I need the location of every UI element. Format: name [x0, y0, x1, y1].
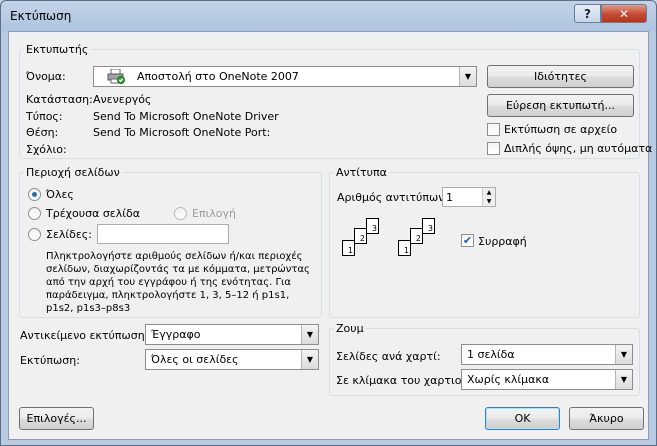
- close-button[interactable]: ✕: [601, 4, 647, 23]
- scale-label: Σε κλίμακα του χαρτιού:: [336, 374, 472, 387]
- duplex-checkbox[interactable]: [487, 142, 500, 155]
- dialog-client: Εκτυπωτής Όνομα: Αποστολή στο OneNote 20…: [8, 31, 652, 440]
- pages-per-sheet-label: Σελίδες ανά χαρτί:: [336, 350, 441, 363]
- print-what-value: Έγγραφο: [151, 328, 201, 341]
- print-value: Όλες οι σελίδες: [151, 353, 239, 366]
- where-value: Send To Microsoft OneNote Port:: [93, 126, 271, 139]
- collate-label[interactable]: Συρραφή: [478, 235, 527, 248]
- find-printer-button-label: Εύρεση εκτυπωτή...: [505, 99, 616, 112]
- range-selection-label[interactable]: Επιλογή: [192, 207, 236, 220]
- printer-name-label: Όνομα:: [26, 70, 66, 83]
- page-icon-3: 3: [366, 218, 379, 234]
- where-label: Θέση:: [26, 126, 59, 139]
- printer-icon: [107, 68, 125, 84]
- duplex-label[interactable]: Διπλής όψης, μη αυτόματα: [504, 142, 652, 155]
- print-label: Εκτύπωση:: [20, 354, 80, 367]
- help-icon: ?: [584, 6, 591, 21]
- range-all-radio[interactable]: [28, 188, 41, 201]
- printer-name-dropdown[interactable]: Αποστολή στο OneNote 2007 ▼: [93, 66, 477, 87]
- collate-checkbox[interactable]: ✔: [461, 234, 474, 247]
- copies-count-value: 1: [446, 191, 453, 204]
- chevron-down-icon: ▼: [301, 350, 318, 369]
- pages-per-sheet-dropdown[interactable]: 1 σελίδα ▼: [461, 344, 633, 365]
- chevron-down-icon: ▼: [615, 345, 632, 364]
- zoom-group-label: Ζουμ: [336, 322, 364, 335]
- options-button-label: Επιλογές...: [26, 412, 87, 425]
- chevron-down-icon: ▼: [459, 67, 476, 86]
- copies-group-label: Αντίτυπα: [336, 166, 387, 179]
- printer-group-label: Εκτυπωτής: [26, 43, 89, 56]
- properties-button-label: Ιδιότητες: [533, 70, 588, 83]
- type-label: Τύπος:: [26, 110, 63, 123]
- print-what-dropdown[interactable]: Έγγραφο ▼: [145, 324, 319, 345]
- page-icon-1b: 1: [398, 240, 411, 256]
- copies-count-label: Αριθμός αντιτύπων:: [337, 191, 449, 204]
- scale-dropdown[interactable]: Χωρίς κλίμακα ▼: [461, 369, 633, 390]
- find-printer-button[interactable]: Εύρεση εκτυπωτή...: [487, 94, 634, 117]
- options-button[interactable]: Επιλογές...: [19, 407, 94, 430]
- ok-button[interactable]: OK: [485, 407, 560, 430]
- comment-label: Σχόλιο:: [26, 143, 67, 156]
- range-selection-radio[interactable]: [174, 207, 187, 220]
- properties-button[interactable]: Ιδιότητες: [487, 65, 634, 88]
- type-value: Send To Microsoft OneNote Driver: [93, 110, 279, 123]
- page-icon-2: 2: [354, 228, 367, 244]
- window-title: Εκτύπωση: [10, 9, 72, 23]
- status-value: Ανενεργός: [93, 93, 152, 106]
- range-current-radio[interactable]: [28, 207, 41, 220]
- printer-name-value: Αποστολή στο OneNote 2007: [137, 70, 299, 83]
- print-what-label: Αντικείμενο εκτύπωσης:: [20, 329, 155, 342]
- pages-input[interactable]: [97, 224, 229, 244]
- cancel-button-label: Άκυρο: [589, 412, 624, 425]
- copies-count-input[interactable]: 1 ▲ ▼: [442, 187, 496, 207]
- checkmark-icon: ✔: [462, 234, 473, 247]
- cancel-button[interactable]: Άκυρο: [569, 407, 644, 430]
- page-range-group-label: Περιοχή σελίδων: [26, 166, 120, 179]
- print-to-file-checkbox[interactable]: [487, 123, 500, 136]
- range-pages-radio[interactable]: [28, 228, 41, 241]
- title-bar[interactable]: Εκτύπωση ? ✕: [1, 1, 656, 31]
- close-icon: ✕: [618, 6, 630, 21]
- spin-down-icon[interactable]: ▼: [482, 197, 495, 206]
- print-dialog: Εκτύπωση ? ✕ Εκτυπωτής Όνομα: Αποστολή σ…: [0, 0, 657, 446]
- chevron-down-icon: ▼: [301, 325, 318, 344]
- ok-button-label: OK: [514, 412, 531, 425]
- help-button[interactable]: ?: [574, 4, 601, 23]
- page-range-hint: Πληκτρολογήστε αριθμούς σελίδων ή/και πε…: [46, 251, 310, 314]
- range-pages-label[interactable]: Σελίδες:: [46, 228, 92, 241]
- spin-up-icon[interactable]: ▲: [482, 188, 495, 197]
- print-to-file-label[interactable]: Εκτύπωση σε αρχείο: [504, 123, 617, 136]
- range-current-label[interactable]: Τρέχουσα σελίδα: [46, 207, 140, 220]
- scale-value: Χωρίς κλίμακα: [467, 373, 550, 386]
- status-label: Κατάσταση:: [26, 93, 93, 106]
- print-dropdown[interactable]: Όλες οι σελίδες ▼: [145, 349, 319, 370]
- page-icon-3b: 3: [422, 218, 435, 234]
- page-icon-2b: 2: [410, 228, 423, 244]
- pages-per-sheet-value: 1 σελίδα: [467, 348, 515, 361]
- range-all-label[interactable]: Όλες: [46, 188, 74, 201]
- page-icon-1: 1: [342, 240, 355, 256]
- chevron-down-icon: ▼: [615, 370, 632, 389]
